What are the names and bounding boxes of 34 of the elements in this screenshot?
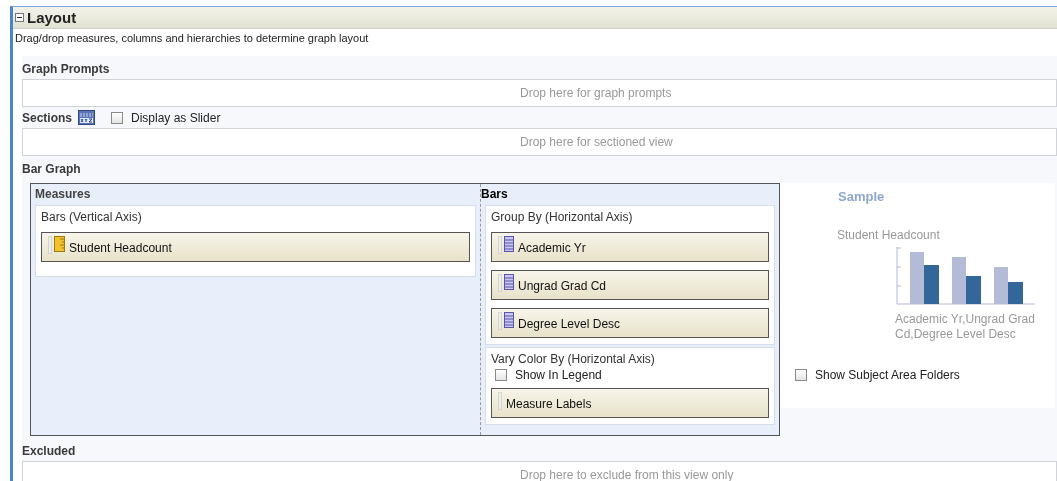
column-tile[interactable]: Measure Labels [491,388,769,418]
column-icon [504,312,514,328]
column-tile[interactable]: Student Headcount [41,232,470,262]
drop-group[interactable]: Vary Color By (Horizontal Axis) Show In Legend Measure Labels [485,347,775,425]
axis-label: Student Headcount [837,228,940,242]
ruler-icon [54,236,65,252]
column-tile[interactable]: Ungrad Grad Cd [491,270,769,300]
checkbox[interactable] [111,111,123,124]
axis-label: Academic Yr,Ungrad Grad Cd,Degree Level Desc [895,312,1036,342]
sections-grid-icon[interactable] [78,110,95,125]
section-label: Sections [22,110,72,125]
sample-heading: Sample [838,189,885,204]
section-label: Bar Graph [22,161,82,178]
checkbox[interactable] [795,369,807,381]
column-tile[interactable]: Degree Level Desc [491,308,769,338]
column-heading: Bars [481,186,509,203]
instruction-text: Drag/drop measures, columns and hierarchies to determine graph layout [14,31,370,46]
group-label: Bars (Vertical Axis) [41,210,143,224]
group-label: Vary Color By (Horizontal Axis) [491,352,656,366]
column-icon [504,236,514,252]
column-icon [504,274,514,290]
drop-group[interactable]: Bars (Vertical Axis) Student Headcount [35,205,476,277]
checkbox-label: Show Subject Area Folders [815,368,960,382]
checkbox-label: Display as Slider [131,110,221,125]
checkbox[interactable] [495,369,507,381]
column-heading: Measures [35,186,92,203]
checkbox-label: Show In Legend [515,368,602,382]
group-label: Group By (Horizontal Axis) [491,210,634,224]
column-tile[interactable]: Academic Yr [491,232,769,262]
section-label: Excluded [22,443,77,460]
collapse-toggle-icon[interactable] [15,13,24,22]
section-label: Graph Prompts [22,61,111,78]
panel-title: Layout [27,9,77,26]
drop-group[interactable]: Group By (Horizontal Axis) Academic Yr Ungrad Grad Cd Degree Level Desc [485,205,775,345]
